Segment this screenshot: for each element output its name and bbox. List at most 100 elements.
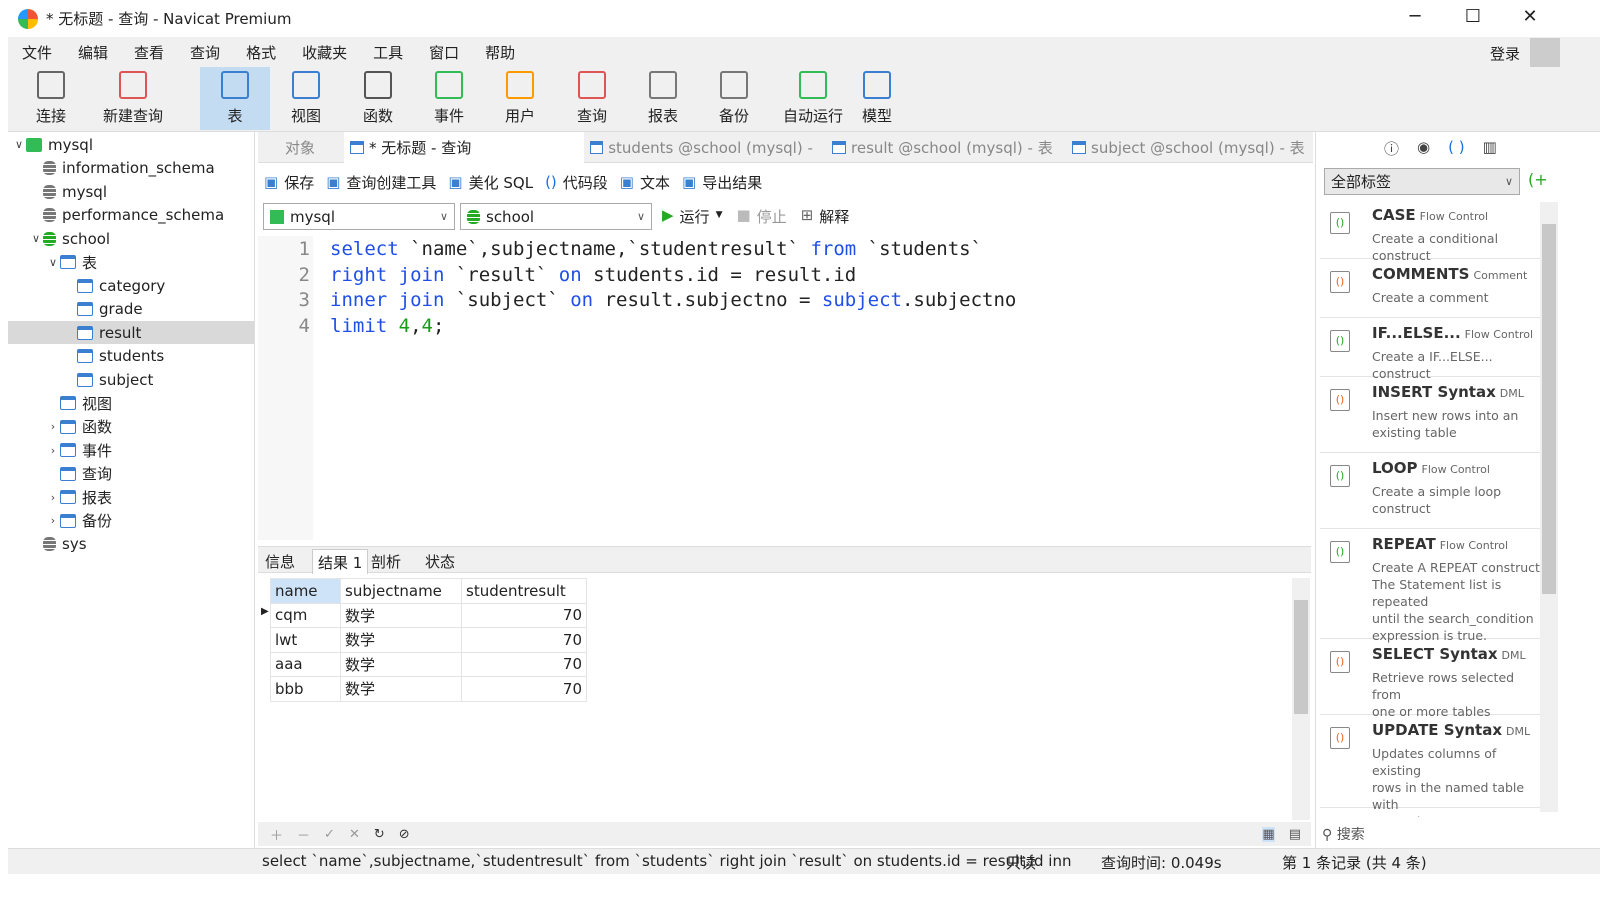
- expand-arrow-icon[interactable]: ›: [46, 514, 60, 527]
- query-toolbar-button[interactable]: 查询创建工具: [346, 172, 436, 193]
- tree-item[interactable]: sys: [8, 533, 254, 556]
- expand-arrow-icon[interactable]: ›: [46, 491, 60, 504]
- refresh-icon[interactable]: ↻: [374, 827, 385, 842]
- eye-icon[interactable]: ◉: [1417, 138, 1430, 159]
- tree-item[interactable]: 视图: [8, 392, 254, 415]
- result-tab[interactable]: 信息: [260, 549, 300, 574]
- table-cell[interactable]: 70: [461, 602, 587, 628]
- expand-arrow-icon[interactable]: ›: [46, 420, 60, 433]
- toolbar-clock-button[interactable]: 事件: [414, 67, 484, 130]
- expand-arrow-icon[interactable]: ›: [46, 444, 60, 457]
- result-grid[interactable]: name subjectname studentresult cqm 数学 70 lwt 数学…: [258, 576, 1293, 820]
- table-cell[interactable]: 数学: [340, 627, 462, 653]
- tree-item[interactable]: mysql: [8, 180, 254, 203]
- table-cell[interactable]: lwt: [270, 627, 341, 653]
- result-tab[interactable]: 状态: [420, 549, 460, 574]
- menu-item[interactable]: 文件: [22, 42, 52, 63]
- expand-arrow-icon[interactable]: ∨: [12, 138, 26, 151]
- add-snippet-icon[interactable]: (+: [1528, 170, 1548, 189]
- menu-item[interactable]: 查看: [134, 42, 164, 63]
- apply-icon[interactable]: ✓: [324, 827, 335, 842]
- toolbar-user-button[interactable]: 用户: [485, 67, 555, 130]
- tree-item[interactable]: › 报表: [8, 486, 254, 509]
- snippet-item[interactable]: ()WHILEFlow Control: [1320, 808, 1540, 817]
- layout-icon[interactable]: ▥: [1483, 138, 1497, 159]
- toolbar-table-button[interactable]: 表: [200, 67, 270, 130]
- run-button[interactable]: 运行: [680, 206, 710, 227]
- menu-item[interactable]: 收藏夹: [302, 42, 347, 63]
- grid-scrollbar[interactable]: [1292, 578, 1310, 820]
- table-cell[interactable]: 70: [461, 676, 587, 702]
- tree-item[interactable]: result: [8, 321, 254, 344]
- table-cell[interactable]: 数学: [340, 602, 462, 628]
- snippet-item[interactable]: () IF...ELSE... Flow Control Create a IF...…: [1320, 318, 1540, 381]
- grid-view-icon[interactable]: ▦: [1262, 826, 1275, 842]
- table-row[interactable]: lwt 数学 70: [270, 627, 587, 653]
- tab-2[interactable]: students @school (mysql) - 表: [584, 132, 824, 163]
- query-toolbar-button[interactable]: 美化 SQL: [469, 172, 533, 193]
- column-header[interactable]: studentresult: [461, 578, 587, 604]
- snippet-item[interactable]: () INSERT Syntax DML Insert new rows into a…: [1320, 377, 1540, 453]
- menu-item[interactable]: 查询: [190, 42, 220, 63]
- menu-item[interactable]: 格式: [246, 42, 276, 63]
- result-tab[interactable]: 结果 1: [312, 549, 369, 574]
- tree-item[interactable]: information_schema: [8, 157, 254, 180]
- table-cell[interactable]: cqm: [270, 602, 341, 628]
- query-toolbar-button[interactable]: 文本: [640, 172, 670, 193]
- tab-4[interactable]: subject @school (mysql) - 表: [1066, 132, 1311, 163]
- tree-item[interactable]: 查询: [8, 462, 254, 485]
- query-toolbar-button[interactable]: 代码段: [563, 172, 608, 193]
- sql-editor[interactable]: 1 2 3 4 select `name`,subjectname,`studentre…: [258, 236, 1311, 540]
- tab-1[interactable]: * 无标题 - 查询: [344, 132, 584, 163]
- tree-item[interactable]: ∨ 表: [8, 251, 254, 274]
- explain-button[interactable]: 解释: [819, 206, 849, 227]
- tag-filter-select[interactable]: 全部标签 ∨: [1324, 168, 1520, 195]
- expand-arrow-icon[interactable]: ∨: [29, 232, 43, 245]
- toolbar-query-button[interactable]: 查询: [557, 67, 627, 130]
- query-toolbar-button[interactable]: 导出结果: [702, 172, 762, 193]
- snippet-scrollbar[interactable]: [1540, 202, 1558, 812]
- tree-item[interactable]: students: [8, 345, 254, 368]
- minimize-button[interactable]: ─: [1400, 6, 1430, 27]
- column-header[interactable]: name: [270, 578, 341, 604]
- toolbar-view-button[interactable]: 视图: [271, 67, 341, 130]
- toolbar-new-query-button[interactable]: 新建查询: [90, 67, 176, 130]
- table-row[interactable]: bbb 数学 70: [270, 676, 587, 702]
- form-view-icon[interactable]: ▤: [1289, 827, 1301, 842]
- tree-item[interactable]: ∨ school: [8, 227, 254, 250]
- menu-item[interactable]: 窗口: [429, 42, 459, 63]
- close-button[interactable]: ✕: [1515, 6, 1545, 27]
- snippet-item[interactable]: () CASE Flow Control Create a conditional c…: [1320, 200, 1540, 263]
- menu-item[interactable]: 工具: [373, 42, 403, 63]
- snippet-item[interactable]: () LOOP Flow Control Create a simple loop c…: [1320, 453, 1540, 529]
- tree-item[interactable]: › 备份: [8, 509, 254, 532]
- expand-arrow-icon[interactable]: ∨: [46, 256, 60, 269]
- query-toolbar-button[interactable]: 保存: [284, 172, 314, 193]
- tree-item[interactable]: › 函数: [8, 415, 254, 438]
- code-snippet-icon[interactable]: ( ): [1448, 138, 1464, 159]
- discard-icon[interactable]: ✕: [349, 827, 360, 842]
- info-icon[interactable]: ⓘ: [1384, 138, 1399, 159]
- stop-icon[interactable]: ⊘: [399, 827, 410, 842]
- snippet-item[interactable]: () REPEAT Flow Control Create A REPEAT cons…: [1320, 529, 1544, 643]
- toolbar-report-button[interactable]: 报表: [628, 67, 698, 130]
- table-cell[interactable]: bbb: [270, 676, 341, 702]
- tree-item[interactable]: performance_schema: [8, 204, 254, 227]
- snippet-search-input[interactable]: 搜索: [1337, 827, 1365, 843]
- snippet-item[interactable]: () SELECT Syntax DML Retrieve rows selected…: [1320, 639, 1540, 719]
- result-tab[interactable]: 剖析: [366, 549, 406, 574]
- delete-row-icon[interactable]: －: [297, 825, 310, 844]
- toolbar-model-button[interactable]: 模型: [842, 67, 912, 130]
- add-row-icon[interactable]: ＋: [270, 825, 283, 844]
- menu-item[interactable]: 编辑: [78, 42, 108, 63]
- database-select[interactable]: school ∨: [460, 203, 652, 230]
- avatar[interactable]: [1530, 38, 1560, 68]
- snippet-item[interactable]: () COMMENTS Comment Create a comment: [1320, 259, 1540, 318]
- table-cell[interactable]: aaa: [270, 651, 341, 677]
- tree-item[interactable]: ∨ mysql: [8, 133, 254, 156]
- table-cell[interactable]: 70: [461, 651, 587, 677]
- tab-0[interactable]: 对象: [258, 132, 342, 163]
- toolbar-function-button[interactable]: 函数: [343, 67, 413, 130]
- stop-button[interactable]: 停止: [757, 206, 787, 227]
- table-row[interactable]: cqm 数学 70: [270, 602, 587, 628]
